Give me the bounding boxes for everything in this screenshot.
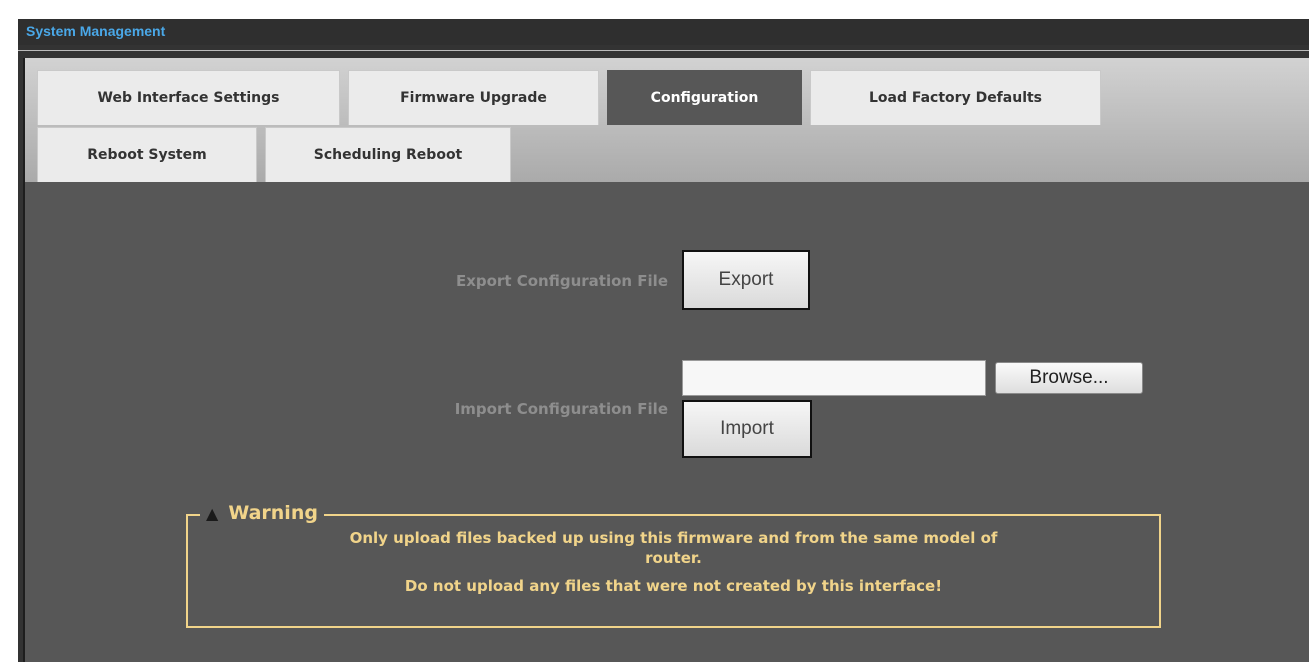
file-path-input[interactable]	[682, 360, 986, 396]
export-configuration-label: Export Configuration File	[455, 272, 668, 290]
tab-reboot-system[interactable]: Reboot System	[37, 127, 257, 182]
window-title: System Management	[26, 23, 166, 39]
warning-line-1: Only upload files backed up using this f…	[349, 529, 998, 547]
tab-firmware-upgrade[interactable]: Firmware Upgrade	[348, 70, 599, 125]
warning-triangle-icon: ▲	[206, 503, 219, 523]
tab-load-factory-defaults[interactable]: Load Factory Defaults	[810, 70, 1101, 125]
browse-button[interactable]: Browse...	[995, 362, 1143, 394]
tab-bar: Web Interface Settings Firmware Upgrade …	[25, 58, 1309, 182]
main-panel: Web Interface Settings Firmware Upgrade …	[23, 58, 1309, 662]
warning-box: ▲ Warning Only upload files backed up us…	[186, 502, 1161, 628]
title-divider	[18, 50, 1309, 51]
warning-line-3: Do not upload any files that were not cr…	[404, 577, 943, 595]
warning-legend: ▲ Warning	[200, 502, 324, 524]
title-bar: System Management	[18, 19, 1309, 45]
tab-scheduling-reboot[interactable]: Scheduling Reboot	[265, 127, 511, 182]
tab-configuration[interactable]: Configuration	[607, 70, 802, 125]
export-button[interactable]: Export	[682, 250, 810, 310]
system-management-window: System Management Web Interface Settings…	[18, 19, 1309, 662]
warning-line-2: router.	[645, 549, 702, 567]
tab-web-interface-settings[interactable]: Web Interface Settings	[37, 70, 340, 125]
warning-title: Warning	[228, 502, 318, 524]
import-button[interactable]: Import	[682, 400, 812, 458]
import-configuration-label: Import Configuration File	[454, 400, 668, 418]
